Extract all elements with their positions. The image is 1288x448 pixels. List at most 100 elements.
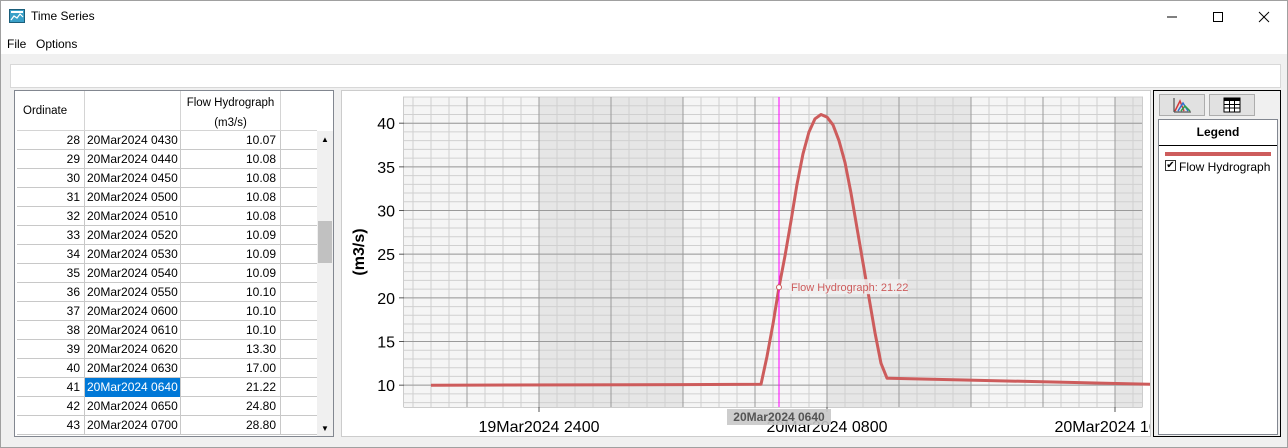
cell-ordinate[interactable]: 30: [17, 169, 85, 188]
cell-flow[interactable]: 10.08: [181, 150, 281, 169]
table-row[interactable]: 31 20Mar2024 0500 10.08: [17, 188, 317, 207]
cell-empty[interactable]: [281, 397, 317, 416]
cell-ordinate[interactable]: 28: [17, 131, 85, 150]
scroll-up-arrow-icon[interactable]: ▲: [317, 131, 333, 148]
cell-ordinate[interactable]: 33: [17, 226, 85, 245]
cell-ordinate[interactable]: 43: [17, 416, 85, 435]
close-icon: [1258, 11, 1270, 22]
cell-flow[interactable]: 13.30: [181, 340, 281, 359]
close-button[interactable]: [1241, 1, 1287, 32]
cell-flow[interactable]: 10.10: [181, 283, 281, 302]
maximize-button[interactable]: [1195, 1, 1241, 32]
cell-date[interactable]: 20Mar2024 0700: [85, 416, 181, 435]
table-scrollbar[interactable]: ▲ ▼: [317, 131, 333, 436]
menu-file[interactable]: File: [7, 37, 26, 51]
cell-date[interactable]: 20Mar2024 0600: [85, 302, 181, 321]
cell-ordinate[interactable]: 31: [17, 188, 85, 207]
column-header-ordinate[interactable]: Ordinate: [17, 91, 85, 131]
cell-empty[interactable]: [281, 340, 317, 359]
table-view-button[interactable]: [1209, 94, 1255, 116]
cell-ordinate[interactable]: 37: [17, 302, 85, 321]
cell-date[interactable]: 20Mar2024 0500: [85, 188, 181, 207]
table-row[interactable]: 33 20Mar2024 0520 10.09: [17, 226, 317, 245]
cell-empty[interactable]: [281, 416, 317, 435]
cell-date[interactable]: 20Mar2024 0550: [85, 283, 181, 302]
cell-ordinate[interactable]: 34: [17, 245, 85, 264]
cell-flow[interactable]: 10.10: [181, 302, 281, 321]
cell-date[interactable]: 20Mar2024 0430: [85, 131, 181, 150]
cell-ordinate[interactable]: 36: [17, 283, 85, 302]
cell-ordinate[interactable]: 41: [17, 378, 85, 397]
table-row[interactable]: 34 20Mar2024 0530 10.09: [17, 245, 317, 264]
cell-empty[interactable]: [281, 131, 317, 150]
table-row[interactable]: 43 20Mar2024 0700 28.80: [17, 416, 317, 435]
cell-empty[interactable]: [281, 245, 317, 264]
cell-date[interactable]: 20Mar2024 0520: [85, 226, 181, 245]
column-header-date[interactable]: [85, 91, 181, 131]
table-row[interactable]: 36 20Mar2024 0550 10.10: [17, 283, 317, 302]
cell-ordinate[interactable]: 29: [17, 150, 85, 169]
cell-flow[interactable]: 28.80: [181, 416, 281, 435]
scroll-down-arrow-icon[interactable]: ▼: [317, 420, 333, 436]
y-tick-label: 20: [377, 291, 395, 308]
cell-flow[interactable]: 10.08: [181, 188, 281, 207]
cell-ordinate[interactable]: 40: [17, 359, 85, 378]
cell-date[interactable]: 20Mar2024 0640: [85, 378, 181, 397]
table-row[interactable]: 38 20Mar2024 0610 10.10: [17, 321, 317, 340]
cell-date[interactable]: 20Mar2024 0450: [85, 169, 181, 188]
table-row[interactable]: 40 20Mar2024 0630 17.00: [17, 359, 317, 378]
cell-ordinate[interactable]: 42: [17, 397, 85, 416]
menu-options[interactable]: Options: [36, 37, 77, 51]
cell-date[interactable]: 20Mar2024 0530: [85, 245, 181, 264]
cell-empty[interactable]: [281, 359, 317, 378]
cell-date[interactable]: 20Mar2024 0610: [85, 321, 181, 340]
cell-flow[interactable]: 24.80: [181, 397, 281, 416]
table-row[interactable]: 39 20Mar2024 0620 13.30: [17, 340, 317, 359]
cell-flow[interactable]: 10.09: [181, 245, 281, 264]
cell-empty[interactable]: [281, 302, 317, 321]
cell-flow[interactable]: 21.22: [181, 378, 281, 397]
table-row[interactable]: 32 20Mar2024 0510 10.08: [17, 207, 317, 226]
cell-empty[interactable]: [281, 321, 317, 340]
cell-flow[interactable]: 10.09: [181, 226, 281, 245]
table-row[interactable]: 42 20Mar2024 0650 24.80: [17, 397, 317, 416]
chart-panel[interactable]: 10 15 20 25 30 35 40 19Mar2024 2400 20Mar2024 08…: [341, 90, 1151, 437]
cell-date[interactable]: 20Mar2024 0620: [85, 340, 181, 359]
cell-flow[interactable]: 10.08: [181, 169, 281, 188]
cell-empty[interactable]: [281, 378, 317, 397]
cell-date[interactable]: 20Mar2024 0630: [85, 359, 181, 378]
cell-empty[interactable]: [281, 150, 317, 169]
cell-ordinate[interactable]: 35: [17, 264, 85, 283]
table-row[interactable]: 28 20Mar2024 0430 10.07: [17, 131, 317, 150]
chart-view-button[interactable]: [1159, 94, 1205, 116]
cell-flow[interactable]: 10.08: [181, 207, 281, 226]
cell-empty[interactable]: [281, 188, 317, 207]
cell-flow[interactable]: 10.10: [181, 321, 281, 340]
hydrograph-chart[interactable]: 1015202530354019Mar2024 2400 20Mar2024 08…: [342, 91, 1150, 436]
legend-checkbox[interactable]: ✔: [1165, 160, 1176, 171]
cell-flow[interactable]: 10.07: [181, 131, 281, 150]
cell-ordinate[interactable]: 38: [17, 321, 85, 340]
cell-empty[interactable]: [281, 283, 317, 302]
cell-empty[interactable]: [281, 169, 317, 188]
cell-ordinate[interactable]: 39: [17, 340, 85, 359]
cell-date[interactable]: 20Mar2024 0540: [85, 264, 181, 283]
cell-empty[interactable]: [281, 264, 317, 283]
cell-empty[interactable]: [281, 207, 317, 226]
table-row[interactable]: 41 20Mar2024 0640 21.22: [17, 378, 317, 397]
cell-empty[interactable]: [281, 226, 317, 245]
cell-date[interactable]: 20Mar2024 0440: [85, 150, 181, 169]
minimize-button[interactable]: [1149, 1, 1195, 32]
column-header-flow-unit: (m3/s): [214, 117, 247, 129]
table-row[interactable]: 30 20Mar2024 0450 10.08: [17, 169, 317, 188]
scroll-thumb[interactable]: [318, 221, 332, 263]
table-row[interactable]: 37 20Mar2024 0600 10.10: [17, 302, 317, 321]
cell-flow[interactable]: 10.09: [181, 264, 281, 283]
table-row[interactable]: 29 20Mar2024 0440 10.08: [17, 150, 317, 169]
column-header-flow[interactable]: Flow Hydrograph (m3/s): [181, 91, 281, 131]
cell-ordinate[interactable]: 32: [17, 207, 85, 226]
table-row[interactable]: 35 20Mar2024 0540 10.09: [17, 264, 317, 283]
cell-date[interactable]: 20Mar2024 0510: [85, 207, 181, 226]
cell-date[interactable]: 20Mar2024 0650: [85, 397, 181, 416]
cell-flow[interactable]: 17.00: [181, 359, 281, 378]
